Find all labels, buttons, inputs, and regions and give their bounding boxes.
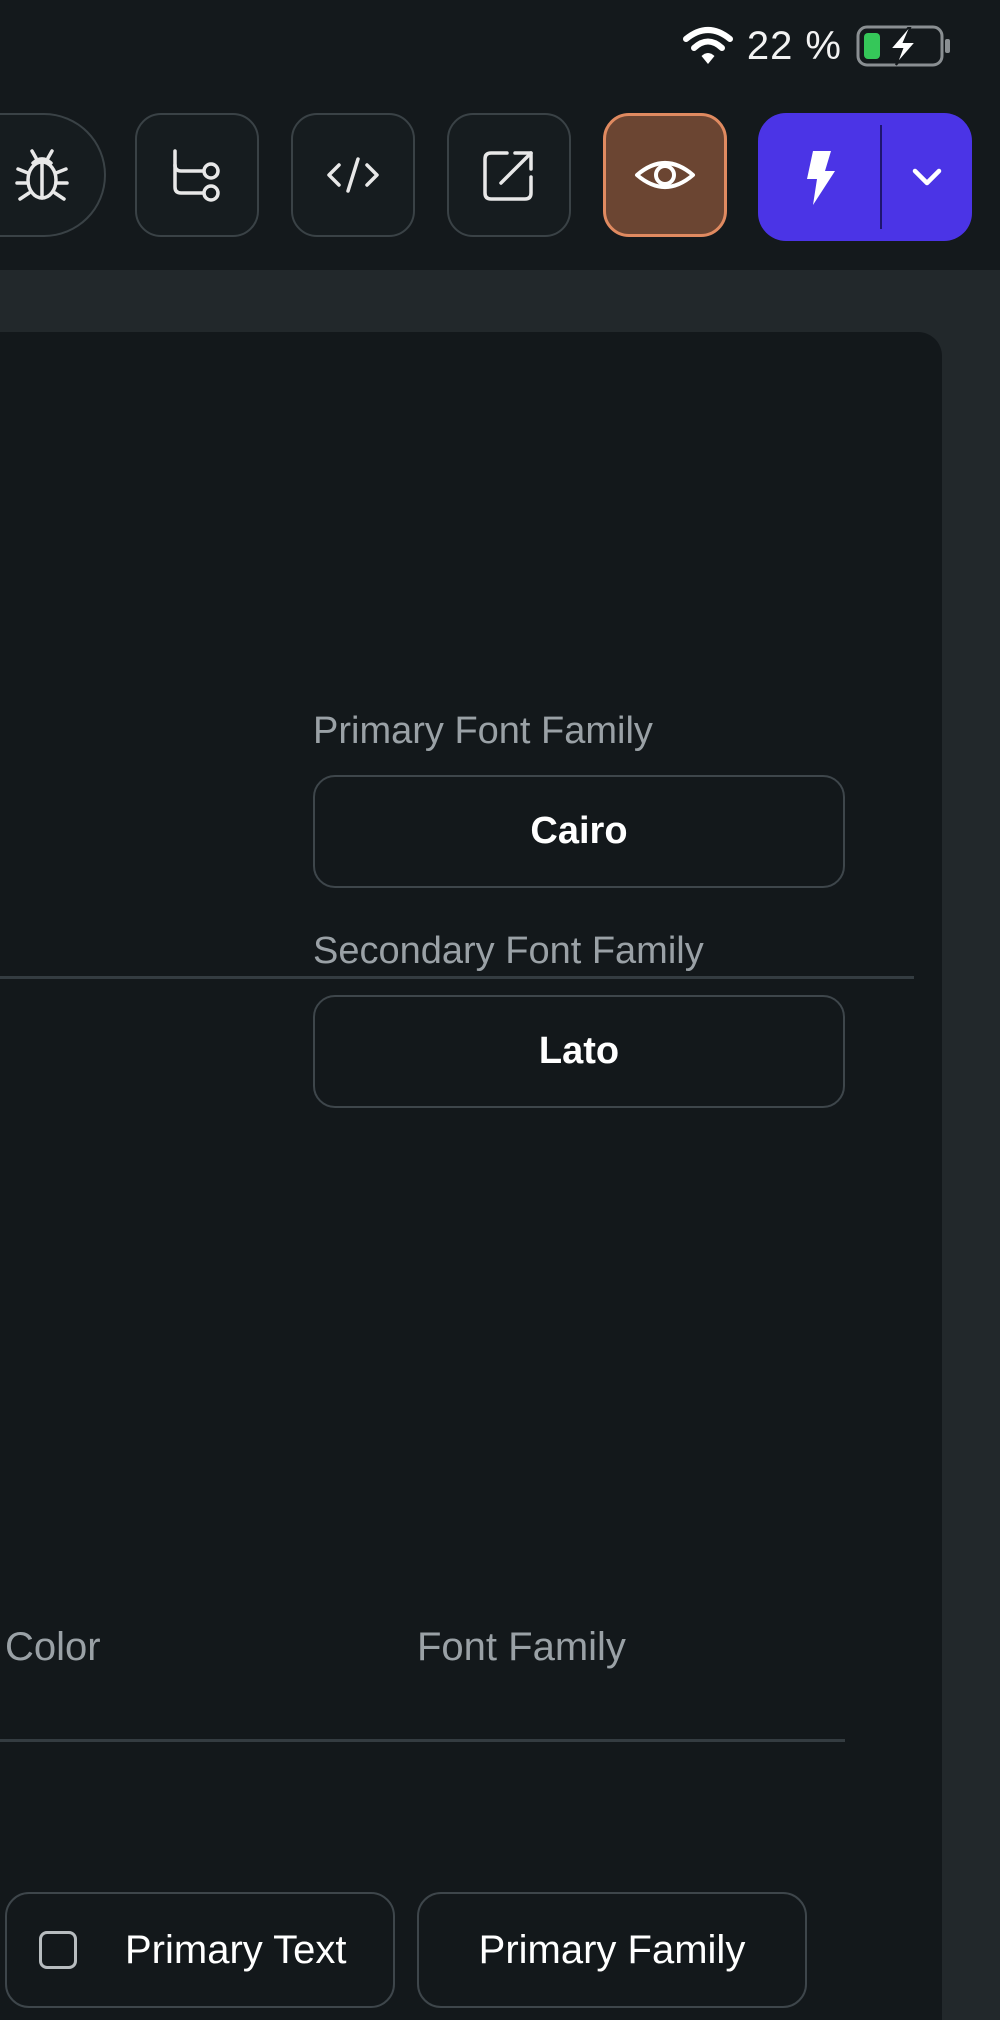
primary-font-field[interactable]: Cairo <box>313 775 845 888</box>
chevron-down-icon <box>912 168 942 186</box>
color-cell[interactable]: Primary Text <box>5 1892 395 2008</box>
eye-icon <box>635 161 695 189</box>
run-options-dropdown[interactable] <box>882 113 972 241</box>
branch-tree-icon <box>173 149 220 202</box>
column-header-color: Color <box>5 1625 101 1669</box>
debug-button[interactable] <box>0 113 106 237</box>
run-button[interactable] <box>758 113 880 241</box>
status-bar: 22 % <box>682 18 952 74</box>
theme-settings-panel <box>0 332 942 2020</box>
battery-percent: 22 % <box>746 23 842 68</box>
open-external-button[interactable] <box>447 113 571 237</box>
column-header-font-family: Font Family <box>417 1625 626 1669</box>
code-icon <box>327 157 379 193</box>
secondary-font-field[interactable]: Lato <box>313 995 845 1108</box>
lightning-icon <box>807 151 835 205</box>
run-split-button <box>758 113 972 241</box>
bug-icon <box>15 149 69 201</box>
top-bar: 22 % <box>0 0 1000 270</box>
secondary-font-label: Secondary Font Family <box>313 930 704 972</box>
table-header-divider <box>0 1739 845 1742</box>
font-family-cell-label: Primary Family <box>478 1927 746 1972</box>
git-branch-button[interactable] <box>135 113 259 237</box>
preview-button[interactable] <box>603 113 727 237</box>
primary-font-label: Primary Font Family <box>313 710 653 752</box>
battery-charging-icon <box>856 25 950 67</box>
color-checkbox[interactable] <box>39 1931 77 1969</box>
wifi-icon <box>682 27 733 64</box>
open-external-icon <box>483 151 533 201</box>
color-cell-label: Primary Text <box>125 1927 347 1972</box>
font-family-cell[interactable]: Primary Family <box>417 1892 807 2008</box>
code-view-button[interactable] <box>291 113 415 237</box>
app-screen: 22 % Primary Font Family Cairo Secondary… <box>0 0 1000 2020</box>
toolbar <box>0 113 1000 243</box>
panel-divider <box>0 976 914 979</box>
